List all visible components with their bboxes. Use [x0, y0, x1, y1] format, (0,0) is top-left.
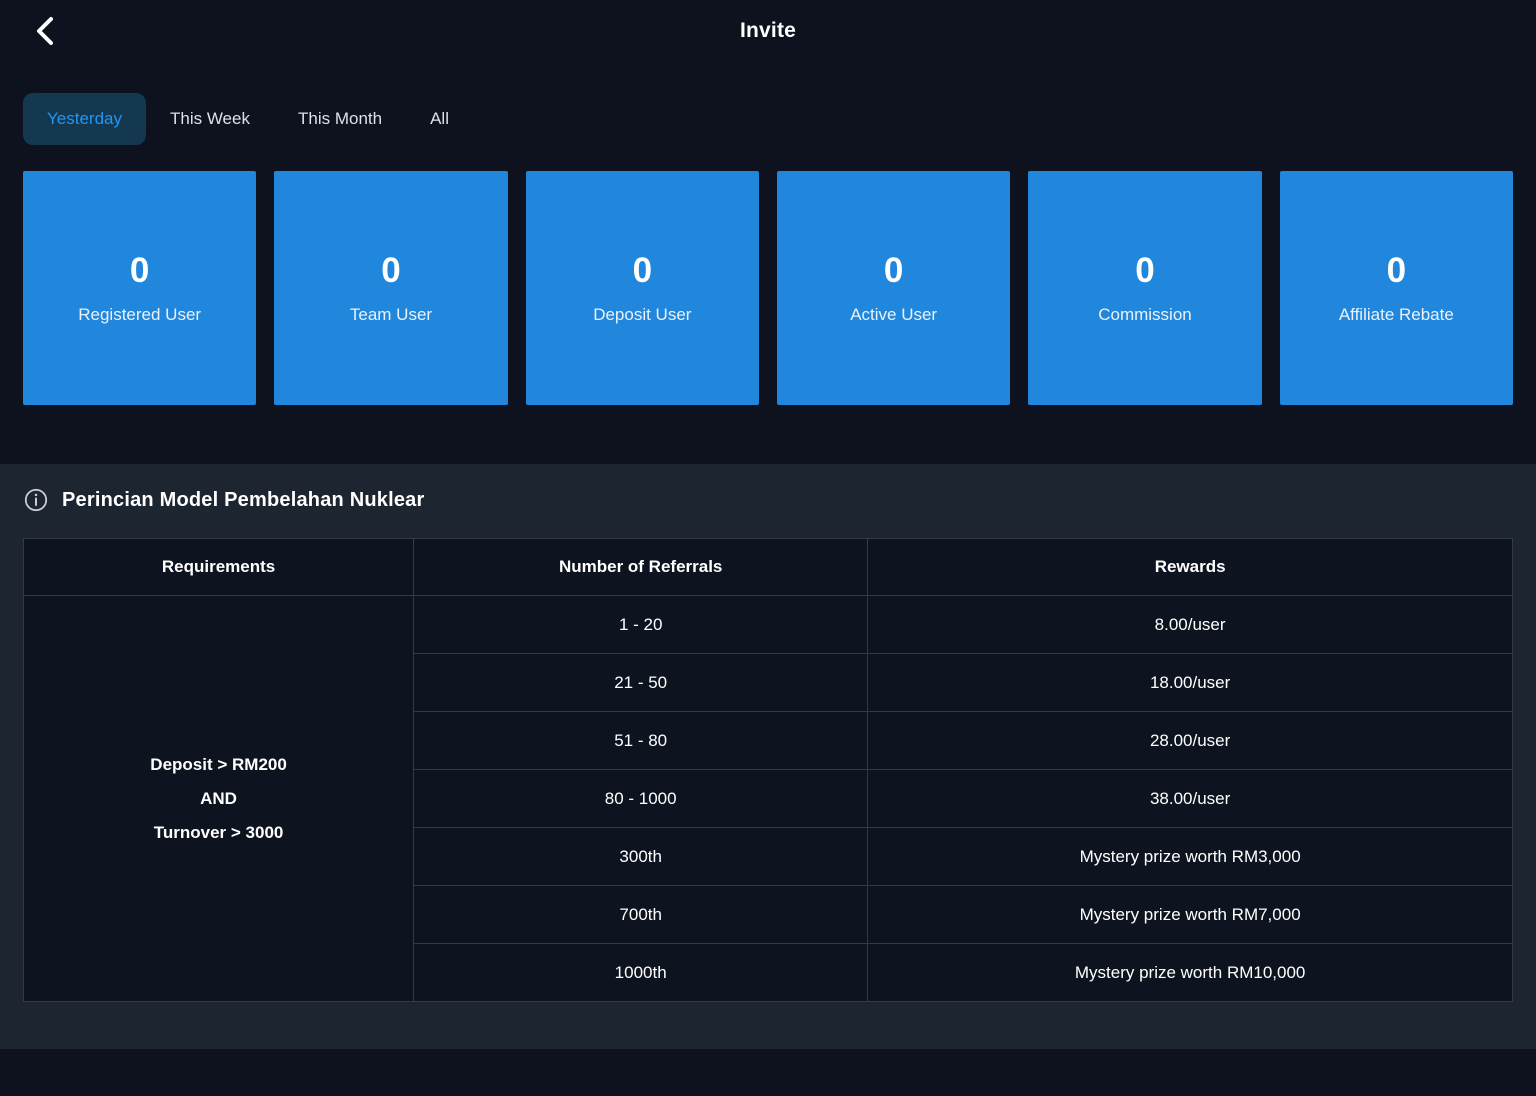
table-row: Deposit > RM200 AND Turnover > 3000 1 - …: [24, 596, 1513, 654]
stat-label: Active User: [850, 305, 937, 325]
column-header-rewards: Rewards: [868, 539, 1513, 596]
stat-value: 0: [1135, 251, 1154, 291]
stat-card-affiliate-rebate: 0 Affiliate Rebate: [1280, 171, 1513, 405]
referrals-cell: 1 - 20: [414, 596, 868, 654]
page-title: Invite: [740, 19, 796, 43]
stat-card-registered-user: 0 Registered User: [23, 171, 256, 405]
stat-card-deposit-user: 0 Deposit User: [526, 171, 759, 405]
stat-value: 0: [381, 251, 400, 291]
back-button[interactable]: [28, 14, 62, 48]
referrals-cell: 1000th: [414, 944, 868, 1002]
tab-yesterday[interactable]: Yesterday: [23, 93, 146, 145]
referral-rewards-table: Requirements Number of Referrals Rewards…: [23, 538, 1513, 1002]
stat-value: 0: [1387, 251, 1406, 291]
reward-cell: 28.00/user: [868, 712, 1513, 770]
column-header-requirements: Requirements: [24, 539, 414, 596]
requirements-cell: Deposit > RM200 AND Turnover > 3000: [24, 596, 414, 1002]
stat-card-commission: 0 Commission: [1028, 171, 1261, 405]
reward-cell: 18.00/user: [868, 654, 1513, 712]
stat-card-active-user: 0 Active User: [777, 171, 1010, 405]
panel-title-row: Perincian Model Pembelahan Nuklear: [23, 488, 1513, 512]
reward-cell: Mystery prize worth RM10,000: [868, 944, 1513, 1002]
requirement-line: Deposit > RM200: [24, 748, 413, 782]
stat-value: 0: [633, 251, 652, 291]
tab-this-week[interactable]: This Week: [146, 93, 274, 145]
tab-this-month[interactable]: This Month: [274, 93, 406, 145]
tab-all[interactable]: All: [406, 93, 473, 145]
referral-model-title: Perincian Model Pembelahan Nuklear: [62, 489, 424, 512]
stat-card-team-user: 0 Team User: [274, 171, 507, 405]
stat-label: Team User: [350, 305, 432, 325]
referral-model-panel: Perincian Model Pembelahan Nuklear Requi…: [0, 464, 1536, 1049]
table-header-row: Requirements Number of Referrals Rewards: [24, 539, 1513, 596]
referrals-cell: 51 - 80: [414, 712, 868, 770]
referrals-cell: 80 - 1000: [414, 770, 868, 828]
header: Invite: [0, 0, 1536, 62]
column-header-number-of-referrals: Number of Referrals: [414, 539, 868, 596]
stat-label: Deposit User: [593, 305, 691, 325]
chevron-left-icon: [34, 16, 56, 46]
stat-label: Affiliate Rebate: [1339, 305, 1454, 325]
requirement-line: Turnover > 3000: [24, 816, 413, 850]
referrals-cell: 21 - 50: [414, 654, 868, 712]
stat-label: Commission: [1098, 305, 1192, 325]
reward-cell: Mystery prize worth RM7,000: [868, 886, 1513, 944]
reward-cell: Mystery prize worth RM3,000: [868, 828, 1513, 886]
stat-label: Registered User: [78, 305, 201, 325]
referrals-cell: 300th: [414, 828, 868, 886]
referrals-cell: 700th: [414, 886, 868, 944]
stat-value: 0: [130, 251, 149, 291]
requirement-line: AND: [24, 782, 413, 816]
info-circle-icon: [24, 488, 48, 512]
reward-cell: 38.00/user: [868, 770, 1513, 828]
reward-cell: 8.00/user: [868, 596, 1513, 654]
stat-value: 0: [884, 251, 903, 291]
stats-grid: 0 Registered User 0 Team User 0 Deposit …: [23, 171, 1513, 405]
period-tabs: Yesterday This Week This Month All: [23, 93, 1536, 145]
